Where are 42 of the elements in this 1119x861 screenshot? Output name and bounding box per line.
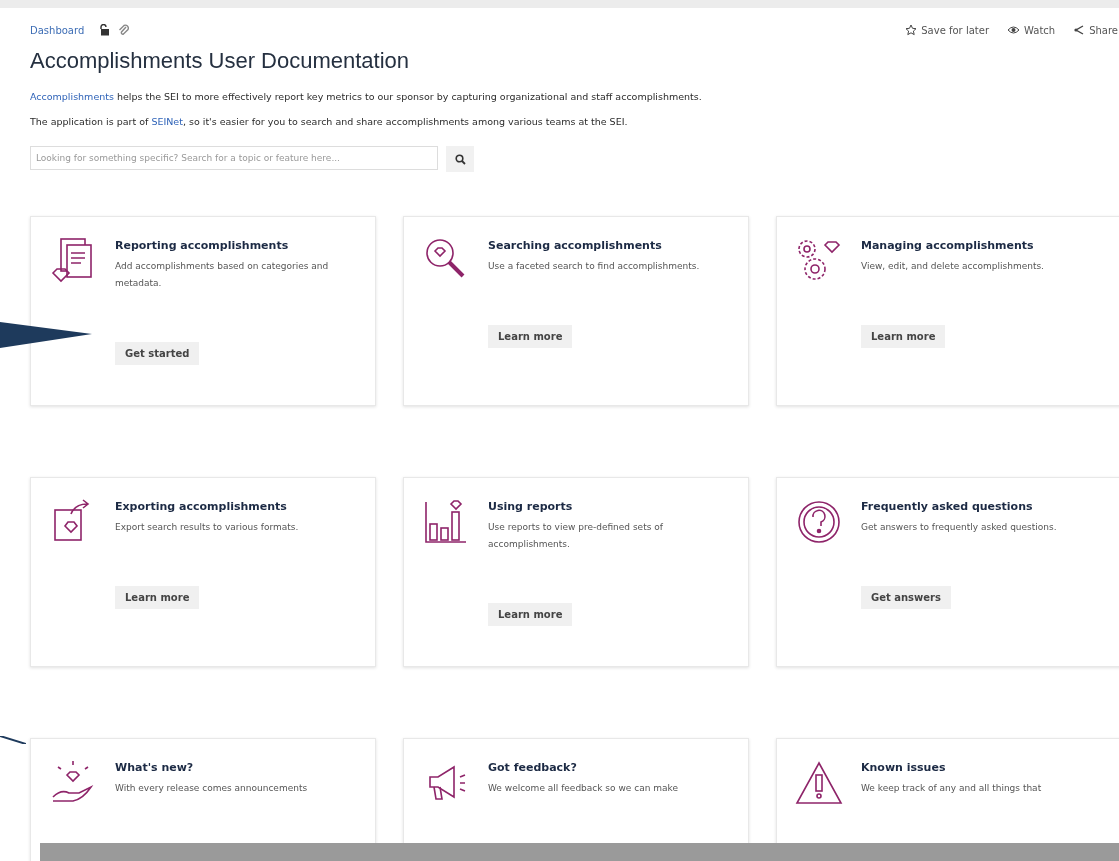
card-title: Known issues: [861, 761, 946, 774]
card-title: What's new?: [115, 761, 194, 774]
card-title: Exporting accomplishments: [115, 500, 287, 513]
page-title: Accomplishments User Documentation: [30, 48, 411, 74]
intro-paragraph: Accomplishments helps the SEI to more effectively report key metrics to our sponsor by capturing organizational and staff accomplishments.: [30, 90, 703, 104]
breadcrumb-link[interactable]: Dashboard: [30, 24, 85, 36]
card-description: We keep track of any and all things that: [861, 782, 1042, 795]
card-title: Managing accomplishments: [861, 239, 1034, 252]
intro-paragraph: The application is part of SEINet, so it's easier for you to search and share accomplishments among various teams at the SEI.: [30, 115, 629, 129]
card-description: Use a faceted search to find accomplishments.: [488, 260, 700, 273]
page-action-button[interactable]: Save for later: [903, 22, 991, 38]
card-description: View, edit, and delete accomplishments.: [861, 260, 1044, 273]
paperclip-icon: [118, 24, 130, 36]
text-link[interactable]: Accomplishments: [30, 91, 114, 102]
page-action-button[interactable]: Watch: [1005, 22, 1058, 38]
card-button[interactable]: Get started: [115, 342, 200, 365]
leader-line: [0, 736, 26, 744]
card-description: Export search results to various formats.: [115, 521, 299, 534]
lock-icon: [98, 24, 111, 36]
page-action-button[interactable]: Share: [1071, 22, 1119, 38]
card-description: We welcome all feedback so we can make: [488, 782, 678, 795]
share-icon: [1073, 24, 1086, 36]
card-title: Searching accomplishments: [488, 239, 662, 252]
eye-icon: [1007, 24, 1020, 36]
card-description: Get answers to frequently asked questions.: [861, 521, 1057, 534]
card-title: Reporting accomplishments: [115, 239, 289, 252]
card-title: Got feedback?: [488, 761, 577, 774]
card-button[interactable]: Get answers: [861, 586, 951, 609]
star-icon: [905, 24, 918, 36]
text-link[interactable]: SEINet: [151, 116, 183, 127]
card-title: Using reports: [488, 500, 573, 513]
card-description: Add accomplishments based on categories and metadata.: [115, 260, 330, 290]
card-description: With every release comes announcements: [115, 782, 308, 795]
search-field[interactable]: Looking for something specific? Search for a topic or feature here...: [30, 146, 438, 170]
card-button[interactable]: Learn more: [488, 325, 573, 348]
search-button[interactable]: [446, 146, 474, 172]
card-button[interactable]: Learn more: [115, 586, 200, 609]
card-button[interactable]: Learn more: [861, 325, 946, 348]
card-description: Use reports to view pre-defined sets of accomplishments.: [488, 521, 664, 551]
search-icon: [454, 153, 466, 165]
card-button[interactable]: Learn more: [488, 603, 573, 626]
card-title: Frequently asked questions: [861, 500, 1033, 513]
